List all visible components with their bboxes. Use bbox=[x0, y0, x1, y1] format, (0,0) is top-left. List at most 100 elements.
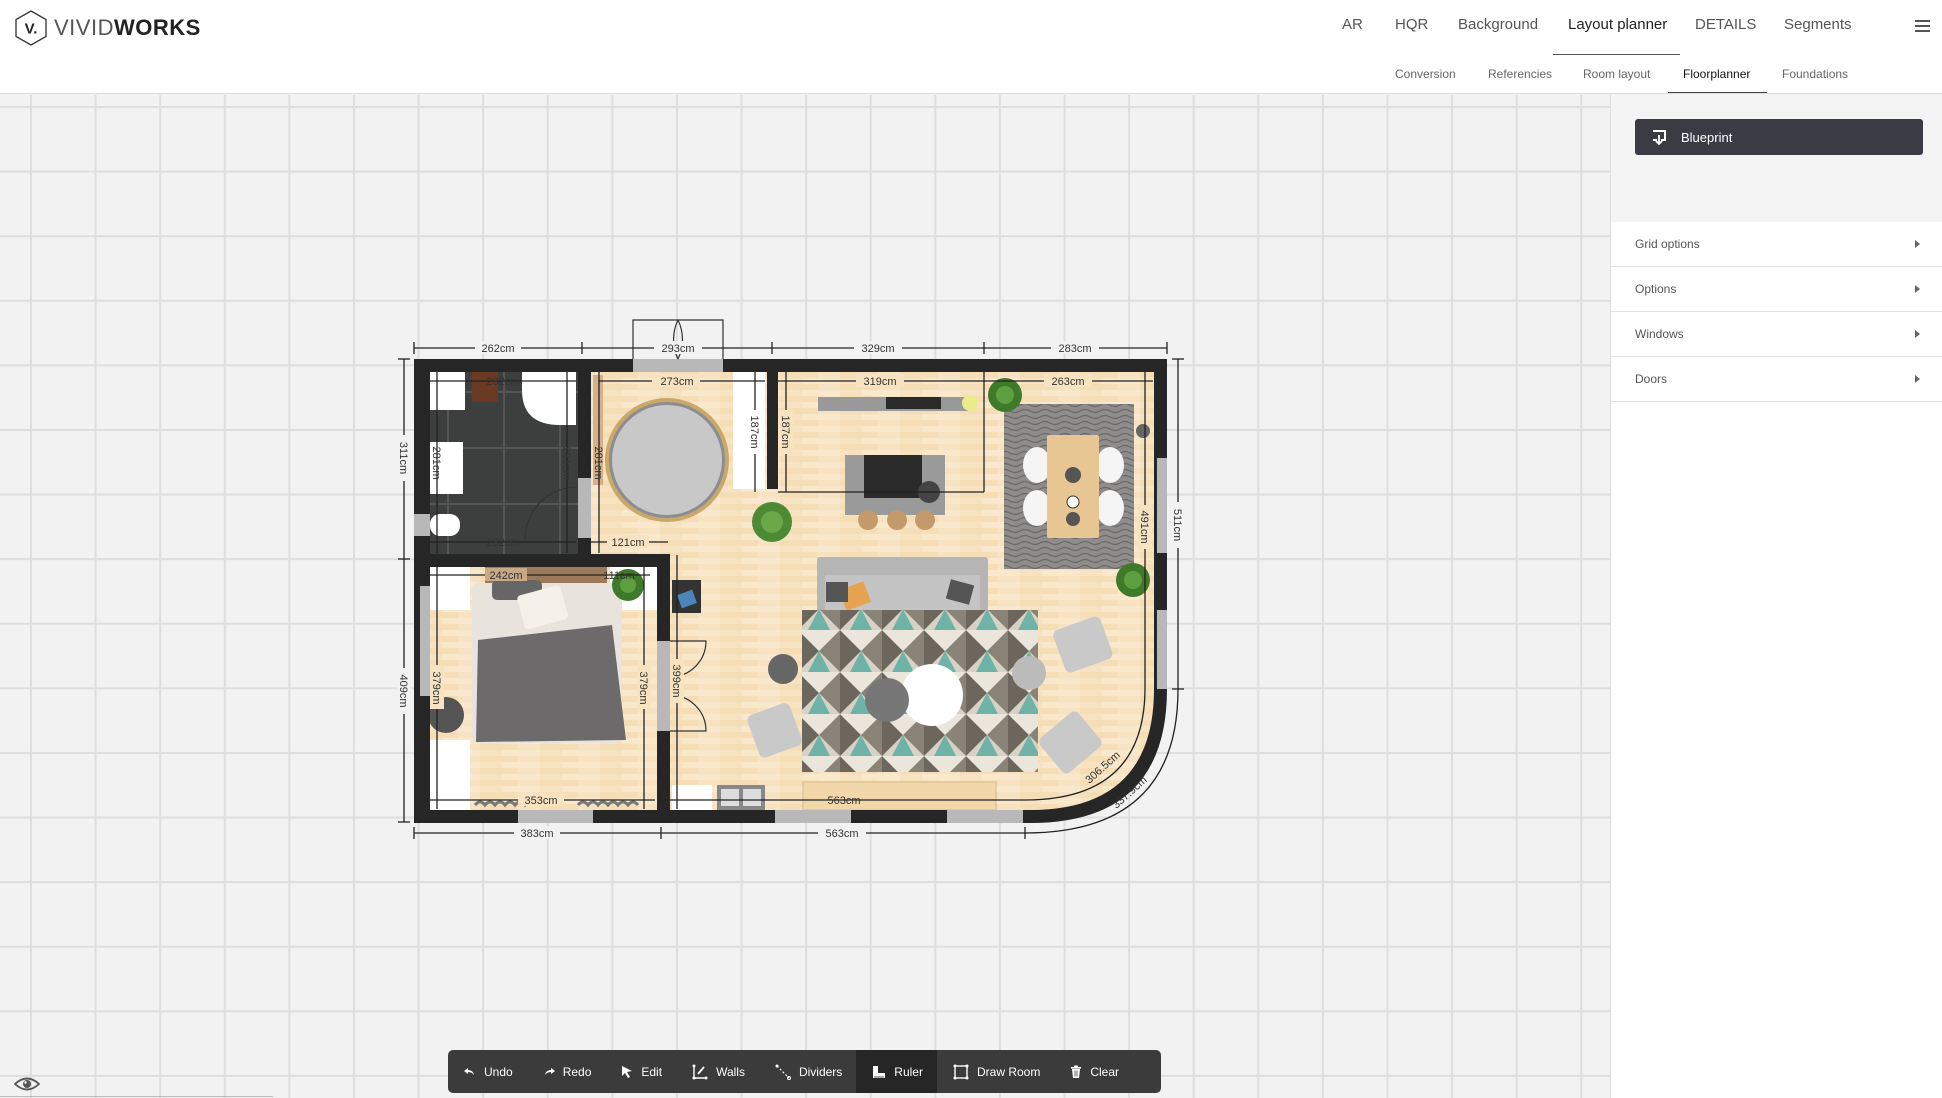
redo-label: Redo bbox=[562, 1064, 592, 1079]
dim-label: 281cm bbox=[560, 446, 572, 479]
toilet bbox=[430, 514, 460, 536]
undo-button[interactable]: Undo bbox=[448, 1050, 527, 1093]
draw-room-label: Draw Room bbox=[976, 1064, 1041, 1079]
walls-button[interactable]: Walls bbox=[676, 1050, 759, 1093]
redo-button[interactable]: Redo bbox=[527, 1050, 606, 1093]
dim-label: 379cm bbox=[637, 671, 649, 704]
dim-label: 353cm bbox=[524, 795, 557, 807]
dividers-button[interactable]: Dividers bbox=[759, 1050, 856, 1093]
sidebar-header: Blueprint bbox=[1611, 95, 1942, 222]
coffee-table-grey bbox=[865, 678, 909, 722]
dim-label: 242cm bbox=[489, 570, 522, 582]
ruler-button[interactable]: Ruler bbox=[856, 1050, 937, 1093]
eye-icon bbox=[13, 1077, 41, 1091]
subnav-floorplanner[interactable]: Floorplanner bbox=[1683, 67, 1750, 81]
dim-label: 262cm bbox=[481, 343, 514, 355]
ruler-icon bbox=[872, 1065, 886, 1079]
blueprint-button[interactable]: Blueprint bbox=[1635, 119, 1923, 155]
dim-label: 511cm bbox=[1171, 509, 1183, 541]
bedroom-closet bbox=[430, 567, 470, 610]
dim-label: 319cm bbox=[863, 376, 896, 388]
dim-label: 283cm bbox=[1058, 343, 1091, 355]
section-doors[interactable]: Doors bbox=[1611, 357, 1942, 402]
draw-room-button[interactable]: Draw Room bbox=[937, 1050, 1054, 1093]
dining-chair bbox=[1096, 490, 1124, 526]
section-label: Grid options bbox=[1635, 237, 1700, 251]
dim-label: 563cm bbox=[827, 795, 860, 807]
cursor-icon bbox=[621, 1065, 633, 1079]
draw-room-icon bbox=[953, 1064, 969, 1080]
dim-label: 232cm bbox=[486, 376, 519, 388]
section-grid-options[interactable]: Grid options bbox=[1611, 222, 1942, 267]
nav-details[interactable]: DETAILS bbox=[1695, 16, 1756, 38]
dim-label: 111cm bbox=[603, 570, 634, 582]
bed-duvet bbox=[476, 625, 626, 742]
walls-label: Walls bbox=[716, 1064, 745, 1079]
dim-label: 232cm bbox=[486, 537, 519, 549]
dim-label: 281cm bbox=[592, 446, 604, 479]
pouf bbox=[1012, 656, 1046, 690]
kitchen-cooktop bbox=[886, 397, 941, 409]
dividers-label: Dividers bbox=[798, 1064, 843, 1079]
dim-label: 329cm bbox=[861, 343, 894, 355]
blueprint-import-icon bbox=[1653, 130, 1666, 145]
right-sidebar: Blueprint Grid options Options Windows D… bbox=[1610, 95, 1942, 1098]
bottom-divider bbox=[0, 1096, 273, 1097]
section-options[interactable]: Options bbox=[1611, 267, 1942, 312]
subnav-active-underline bbox=[1668, 92, 1767, 93]
dividers-icon bbox=[775, 1064, 791, 1080]
ruler-label: Ruler bbox=[894, 1064, 923, 1079]
dim-label: 187cm bbox=[748, 415, 760, 448]
section-label: Doors bbox=[1635, 372, 1668, 386]
bar-stool bbox=[887, 510, 907, 530]
blueprint-label: Blueprint bbox=[1681, 129, 1733, 145]
section-label: Options bbox=[1635, 282, 1677, 296]
floorplan[interactable]: 262cm 293cm 329cm 283cm 311cm 409cm 511c… bbox=[0, 0, 1610, 1098]
walls-icon bbox=[692, 1064, 708, 1080]
undo-label: Undo bbox=[484, 1064, 513, 1079]
plant-icon bbox=[752, 502, 792, 542]
bar-stool bbox=[858, 510, 878, 530]
clear-button[interactable]: Clear bbox=[1054, 1050, 1133, 1093]
coffee-table-white bbox=[901, 664, 963, 726]
dim-label: 409cm bbox=[397, 674, 409, 707]
subnav-foundations[interactable]: Foundations bbox=[1782, 67, 1848, 81]
undo-icon bbox=[464, 1067, 476, 1077]
caret-right-icon bbox=[1915, 240, 1920, 248]
edit-label: Edit bbox=[641, 1064, 663, 1079]
section-windows[interactable]: Windows bbox=[1611, 312, 1942, 357]
trash-icon bbox=[1070, 1065, 1082, 1079]
dining-chair bbox=[1096, 447, 1124, 483]
kitchen-lamp bbox=[962, 395, 978, 411]
plant-icon bbox=[988, 378, 1022, 412]
dining-chair bbox=[1023, 490, 1051, 526]
bottom-toolbar: Undo Redo Edit Walls Dividers Ruler Draw… bbox=[448, 1050, 1161, 1093]
dim-label: 273cm bbox=[660, 376, 693, 388]
edit-button[interactable]: Edit bbox=[605, 1050, 676, 1093]
redo-icon bbox=[543, 1067, 555, 1077]
dim-label: 311cm bbox=[397, 442, 409, 474]
dining-chair bbox=[1023, 447, 1051, 483]
dim-label: 383cm bbox=[520, 828, 553, 840]
hall-bench bbox=[672, 785, 712, 810]
caret-right-icon bbox=[1915, 285, 1920, 293]
dim-label: 491cm bbox=[1138, 510, 1150, 543]
dim-label: 563cm bbox=[825, 828, 858, 840]
side-table bbox=[768, 654, 798, 684]
bathroom-cabinet bbox=[430, 372, 465, 410]
caret-right-icon bbox=[1915, 330, 1920, 338]
dim-label: 121cm bbox=[611, 537, 644, 549]
dim-label: 399cm bbox=[670, 664, 682, 697]
section-label: Windows bbox=[1635, 327, 1684, 341]
dim-label: 281cm bbox=[430, 446, 442, 479]
hamburger-icon[interactable] bbox=[1915, 20, 1930, 33]
bar-stool bbox=[915, 510, 935, 530]
visibility-toggle[interactable] bbox=[13, 1076, 41, 1097]
clear-label: Clear bbox=[1090, 1064, 1120, 1079]
nav-segments[interactable]: Segments bbox=[1784, 16, 1852, 38]
dim-label: 293cm bbox=[661, 343, 694, 355]
dim-label: 263cm bbox=[1051, 376, 1084, 388]
dim-label: 379cm bbox=[430, 671, 442, 704]
dim-label: 187cm bbox=[779, 415, 791, 448]
caret-right-icon bbox=[1915, 375, 1920, 383]
